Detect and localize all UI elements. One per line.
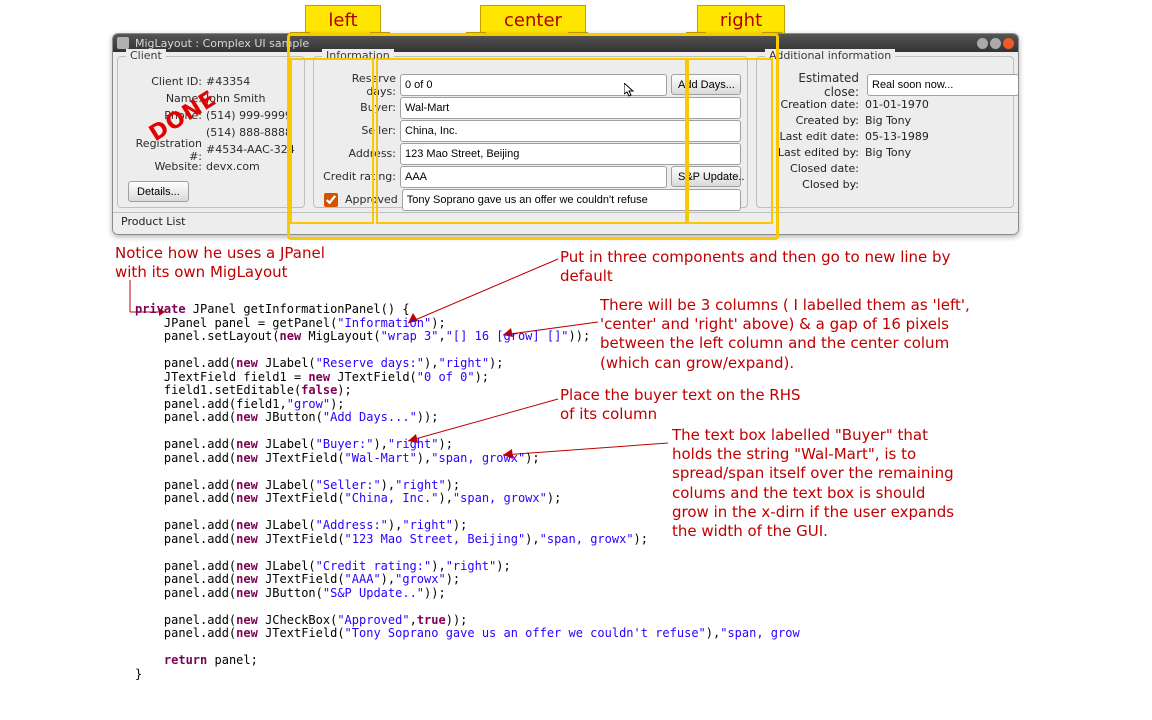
app-window: MigLayout : Complex UI sample Client Cli… [112,33,1019,235]
reserve-label: Reserve days: [320,72,396,98]
java-icon [117,37,129,49]
approved-checkbox[interactable] [324,193,338,207]
additional-panel: Additional information Estimated close: … [756,56,1014,208]
credit-input[interactable] [400,166,667,188]
annotation-wrap3: Put in three components and then go to n… [560,248,990,286]
creationdate-label: Creation date: [763,98,865,111]
product-list-caption: Product List [113,212,1018,235]
client-site-value: devx.com [206,160,260,173]
sp-update-button[interactable]: S&P Update.. [671,166,741,187]
approved-note-input[interactable] [402,189,741,211]
buyer-input[interactable] [400,97,741,119]
approved-cell: Approved [320,190,398,210]
address-label: Address: [320,147,396,160]
additional-caption: Additional information [765,49,895,62]
annotation-jpanel: Notice how he uses a JPanel with its own… [115,244,415,282]
window-title: MigLayout : Complex UI sample [135,37,309,50]
client-phone-value: (514) 999-9999 [206,109,292,122]
close-icon[interactable] [1003,38,1014,49]
code-snippet: private JPanel getInformationPanel() { J… [135,303,800,681]
lasteditby-label: Last edited by: [763,146,865,159]
approved-label: Approved [345,193,398,206]
address-input[interactable] [400,143,741,165]
details-button[interactable]: Details... [128,181,189,202]
client-id-value: #43354 [206,75,250,88]
client-caption: Client [126,49,166,62]
estclose-label: Estimated close: [763,71,863,99]
closedby-label: Closed by: [763,178,865,191]
seller-input[interactable] [400,120,741,142]
estclose-input[interactable] [867,74,1019,96]
buyer-label: Buyer: [320,101,396,114]
minimize-icon[interactable] [977,38,988,49]
createdby-label: Created by: [763,114,865,127]
credit-label: Credit rating: [320,170,396,183]
information-panel: Information Reserve days: Add Days... Bu… [313,56,748,208]
client-phone2-value: (514) 888-8888 [206,126,292,139]
lastedit-value: 05-13-1989 [865,130,929,143]
client-panel: Client Client ID:#43354 Name:John Smith … [117,56,305,208]
client-reg-value: #4534-AAC-324 [206,143,295,156]
reserve-input[interactable] [400,74,667,96]
client-site-label: Website: [124,160,206,173]
creationdate-value: 01-01-1970 [865,98,929,111]
maximize-icon[interactable] [990,38,1001,49]
createdby-value: Big Tony [865,114,911,127]
adddays-button[interactable]: Add Days... [671,74,741,95]
lasteditby-value: Big Tony [865,146,911,159]
client-id-label: Client ID: [124,75,206,88]
lastedit-label: Last edit date: [763,130,865,143]
information-caption: Information [322,49,394,62]
closeddate-label: Closed date: [763,162,865,175]
seller-label: Seller: [320,124,396,137]
